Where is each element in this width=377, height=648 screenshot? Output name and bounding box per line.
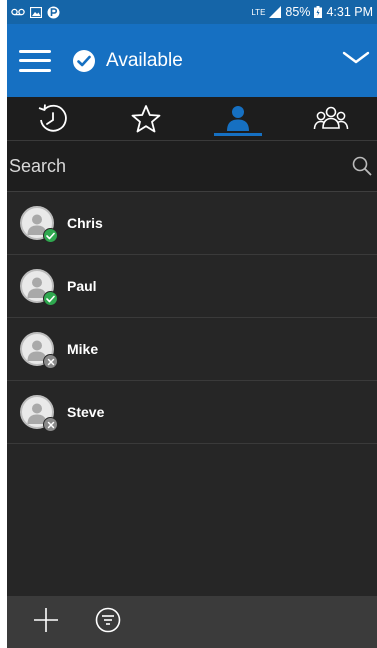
tab-contacts[interactable]	[192, 97, 285, 140]
contact-row-steve[interactable]: Steve	[7, 381, 377, 444]
phone-screen: LTE 85% 4:31 PM Available Search Chris P…	[7, 0, 377, 648]
app-header: Available	[7, 24, 377, 97]
battery-percent: 85%	[285, 5, 311, 19]
p-icon	[47, 6, 60, 19]
presence-status-label[interactable]: Available	[106, 50, 183, 72]
group-icon	[313, 106, 348, 129]
person-icon	[227, 105, 250, 131]
presence-check-icon[interactable]	[73, 49, 95, 72]
contact-row-mike[interactable]: Mike	[7, 318, 377, 381]
contact-row-chris[interactable]: Chris	[7, 192, 377, 255]
star-icon	[131, 104, 161, 132]
search-input[interactable]	[9, 155, 349, 177]
history-icon	[38, 103, 68, 132]
offline-status-icon	[43, 354, 58, 369]
avatar	[20, 332, 58, 369]
contact-name: Chris	[67, 215, 103, 231]
status-bar: LTE 85% 4:31 PM	[7, 0, 377, 24]
tab-bar	[7, 97, 377, 141]
network-type-label: LTE	[251, 7, 266, 17]
contact-name: Mike	[67, 341, 99, 357]
available-status-icon	[43, 228, 58, 243]
offline-status-icon	[43, 417, 58, 432]
contact-list: Chris Paul Mike Steve	[7, 192, 377, 444]
avatar	[20, 269, 58, 306]
search-bar	[7, 141, 377, 192]
tab-groups[interactable]	[285, 97, 377, 140]
voicemail-icon	[11, 8, 25, 16]
avatar	[20, 206, 58, 243]
filter-icon	[95, 607, 121, 632]
tab-favorites[interactable]	[100, 97, 193, 140]
contact-name: Steve	[67, 404, 105, 420]
bottom-toolbar	[7, 596, 377, 648]
menu-icon[interactable]	[19, 49, 51, 72]
filter-button[interactable]	[95, 607, 121, 638]
available-status-icon	[43, 291, 58, 306]
image-icon	[30, 6, 42, 18]
plus-icon	[34, 607, 58, 632]
avatar	[20, 395, 58, 432]
system-status: LTE 85% 4:31 PM	[251, 5, 373, 19]
notification-icons	[11, 6, 60, 19]
add-contact-button[interactable]	[31, 605, 61, 640]
contact-row-paul[interactable]: Paul	[7, 255, 377, 318]
chevron-down-icon[interactable]	[341, 50, 371, 71]
tab-recent[interactable]	[7, 97, 100, 140]
signal-icon	[269, 6, 282, 18]
contact-name: Paul	[67, 278, 97, 294]
clock: 4:31 PM	[326, 5, 373, 19]
search-icon[interactable]	[349, 153, 375, 179]
battery-icon	[314, 6, 323, 18]
